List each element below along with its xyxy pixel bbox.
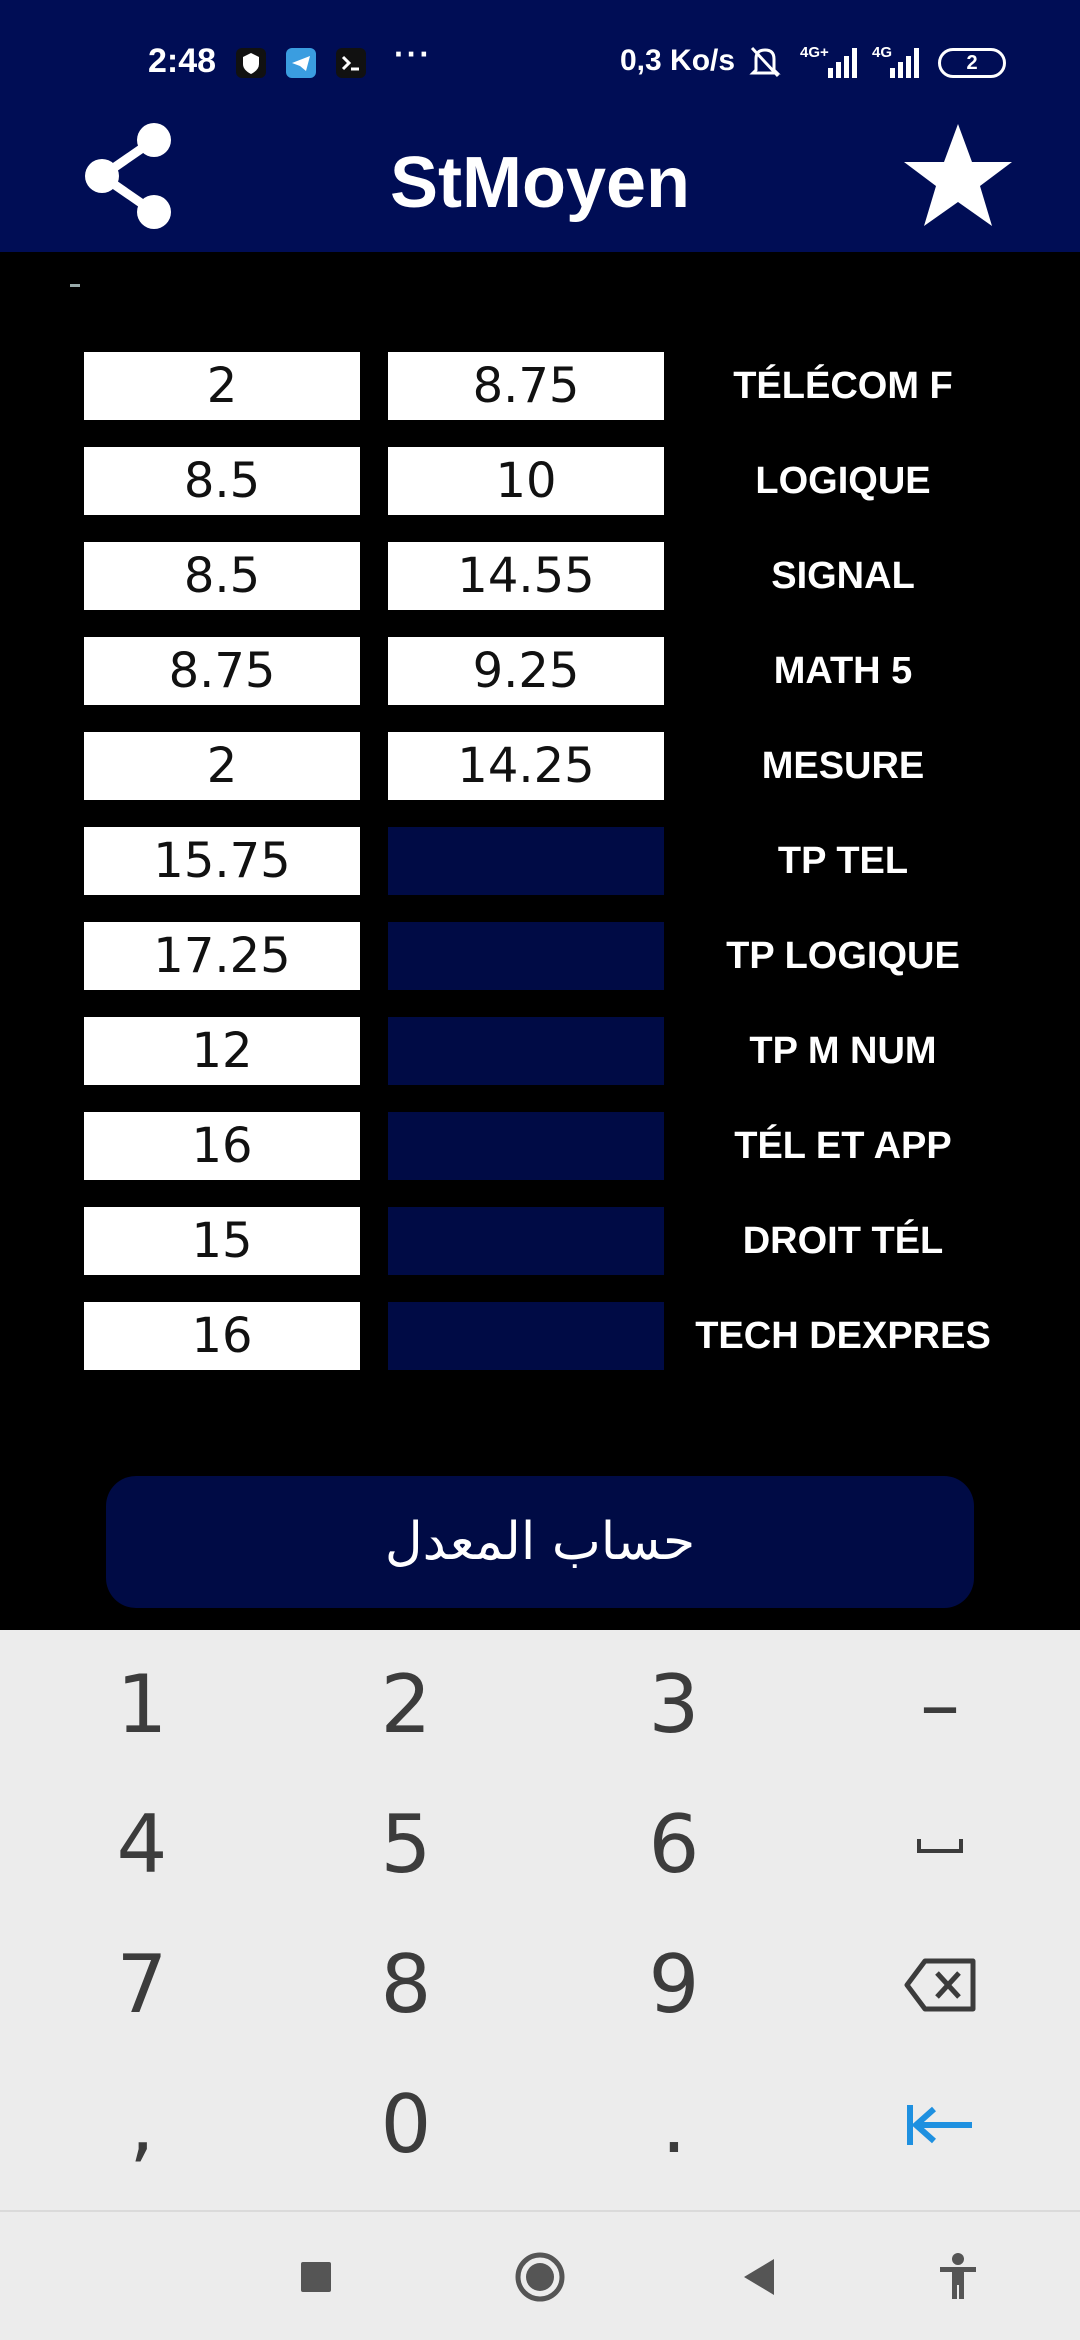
shield-app-icon: [236, 48, 266, 78]
key-3[interactable]: 3: [574, 1640, 774, 1770]
status-time: 2:48: [148, 42, 217, 80]
app-bar: StMoyen: [0, 112, 1080, 252]
grade-row: 8.75 9.25 MATH 5: [0, 637, 1080, 705]
navigation-bar: [0, 2210, 1080, 2340]
square-icon[interactable]: [286, 2247, 346, 2307]
space-key-icon[interactable]: [840, 1780, 1040, 1910]
terminal-app-icon: [336, 48, 366, 78]
grade-input-col1[interactable]: 15.75: [84, 827, 360, 895]
grade-row: 15 DROIT TÉL: [0, 1207, 1080, 1275]
grade-row: 17.25 TP LOGIQUE: [0, 922, 1080, 990]
key-dash[interactable]: –: [840, 1640, 1040, 1770]
triangle-back-icon[interactable]: [730, 2247, 790, 2307]
grade-input-col2[interactable]: [388, 1017, 664, 1085]
grade-input-col1[interactable]: 16: [84, 1112, 360, 1180]
grade-input-col1[interactable]: 17.25: [84, 922, 360, 990]
grade-input-col2[interactable]: [388, 1302, 664, 1370]
key-9[interactable]: 9: [574, 1920, 774, 2050]
calculate-average-button[interactable]: حساب المعدل: [106, 1476, 974, 1608]
grade-input-col2[interactable]: 14.55: [388, 542, 664, 610]
grade-row: 2 14.25 MESURE: [0, 732, 1080, 800]
subject-label: MATH 5: [773, 650, 913, 692]
grade-input-col2[interactable]: [388, 1112, 664, 1180]
key-8[interactable]: 8: [306, 1920, 506, 2050]
subject-label: TP TEL: [777, 840, 909, 882]
key-0[interactable]: 0: [306, 2060, 506, 2190]
circle-icon[interactable]: [510, 2247, 570, 2307]
backspace-icon[interactable]: [840, 1920, 1040, 2050]
star-icon[interactable]: [900, 120, 1016, 232]
network-speed: 0,3 Ko/s: [620, 44, 736, 77]
key-7[interactable]: 7: [42, 1920, 242, 2050]
subject-label: DROIT TÉL: [742, 1220, 944, 1262]
numeric-keyboard: 1 2 3 – 4 5 6 7 8 9 , 0 .: [0, 1630, 1080, 2210]
grade-row: 8.5 10 LOGIQUE: [0, 447, 1080, 515]
subject-label: MESURE: [761, 745, 925, 787]
grade-input-col1[interactable]: 8.5: [84, 447, 360, 515]
accessibility-icon[interactable]: [928, 2247, 988, 2307]
grade-row: 12 TP M NUM: [0, 1017, 1080, 1085]
more-notifications-icon: ···: [394, 36, 432, 72]
grade-input-col2[interactable]: 10: [388, 447, 664, 515]
grade-input-col2[interactable]: 8.75: [388, 352, 664, 420]
subject-label: TP M NUM: [749, 1030, 937, 1072]
bell-muted-icon: [748, 44, 782, 80]
key-comma[interactable]: ,: [42, 2060, 242, 2190]
grade-input-col1[interactable]: 2: [84, 732, 360, 800]
key-1[interactable]: 1: [42, 1640, 242, 1770]
key-5[interactable]: 5: [306, 1780, 506, 1910]
key-period[interactable]: .: [574, 2060, 774, 2190]
grade-input-col2[interactable]: 14.25: [388, 732, 664, 800]
key-6[interactable]: 6: [574, 1780, 774, 1910]
grade-row: 16 TÉL ET APP: [0, 1112, 1080, 1180]
battery-icon: 2: [938, 48, 1006, 78]
grade-input-col1[interactable]: 8.5: [84, 542, 360, 610]
network-type-1: 4G+: [800, 44, 829, 61]
key-2[interactable]: 2: [306, 1640, 506, 1770]
grade-row: 2 8.75 TÉLÉCOM F: [0, 352, 1080, 420]
grade-input-col1[interactable]: 2: [84, 352, 360, 420]
subject-label: TÉL ET APP: [734, 1125, 952, 1167]
grade-input-col2[interactable]: 9.25: [388, 637, 664, 705]
grade-input-col2[interactable]: [388, 827, 664, 895]
grade-row: 16 TECH DEXPRES: [0, 1302, 1080, 1370]
subject-label: TECH DEXPRES: [695, 1315, 991, 1357]
subject-label: LOGIQUE: [755, 460, 931, 502]
grade-input-col2[interactable]: [388, 1207, 664, 1275]
grade-input-col1[interactable]: 12: [84, 1017, 360, 1085]
telegram-app-icon: [286, 48, 316, 78]
subject-label: TP LOGIQUE: [726, 935, 960, 977]
status-bar: 2:48 ··· 0,3 Ko/s 4G+ 4G 2: [0, 0, 1080, 128]
grade-input-col2[interactable]: [388, 922, 664, 990]
grade-input-col1[interactable]: 15: [84, 1207, 360, 1275]
divider-mark: [70, 284, 80, 287]
subject-label: SIGNAL: [771, 555, 915, 597]
grade-input-col1[interactable]: 16: [84, 1302, 360, 1370]
enter-tab-icon[interactable]: [840, 2060, 1040, 2190]
grade-input-col1[interactable]: 8.75: [84, 637, 360, 705]
subject-label: TÉLÉCOM F: [733, 365, 953, 407]
grade-row: 8.5 14.55 SIGNAL: [0, 542, 1080, 610]
grade-row: 15.75 TP TEL: [0, 827, 1080, 895]
key-4[interactable]: 4: [42, 1780, 242, 1910]
